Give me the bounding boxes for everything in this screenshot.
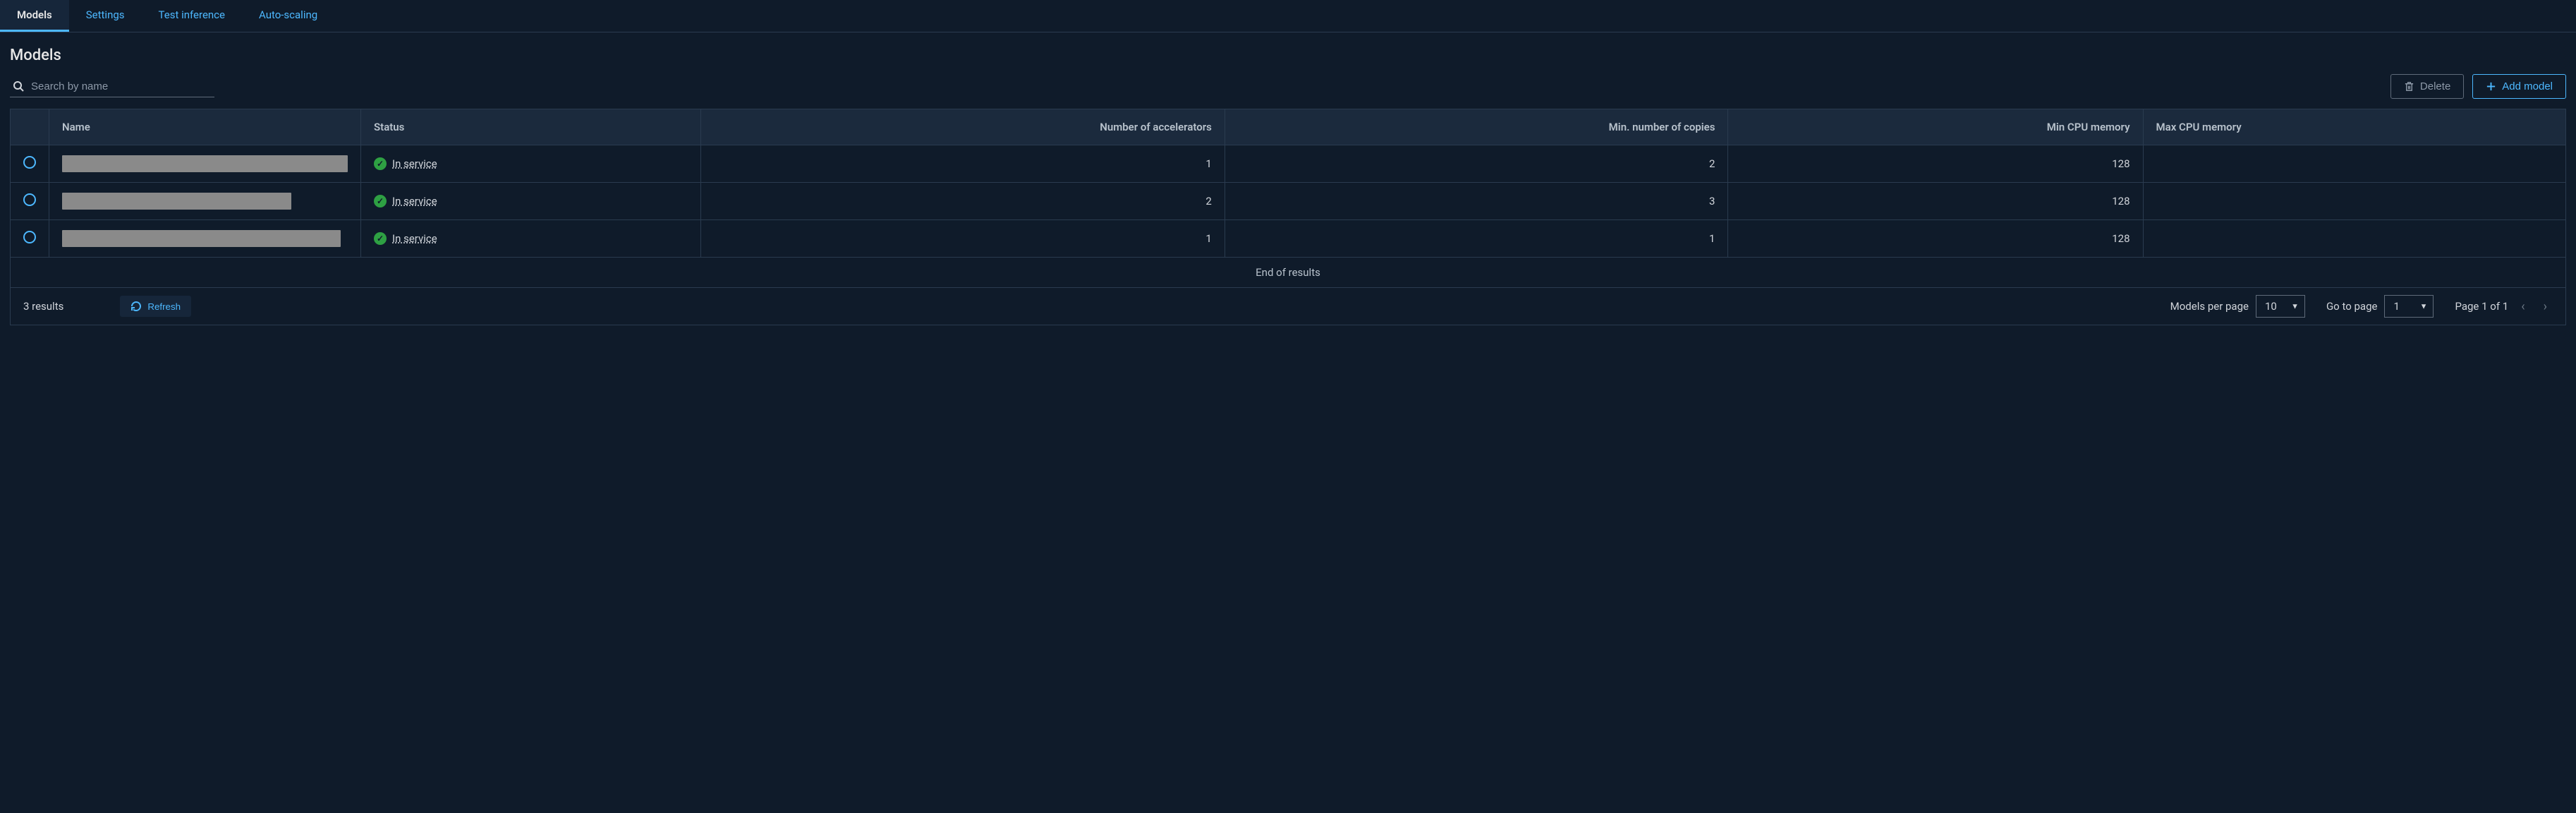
col-accelerators[interactable]: Number of accelerators	[700, 109, 1225, 145]
status-link[interactable]: In service	[392, 157, 437, 170]
cell-max-cpu-mem	[2143, 220, 2565, 258]
per-page-value: 10	[2265, 300, 2277, 313]
model-name-redacted[interactable]	[62, 230, 341, 247]
cell-min-copies: 2	[1225, 145, 1728, 183]
tab-models[interactable]: Models	[0, 0, 69, 32]
row-radio[interactable]	[23, 193, 36, 206]
table-row: ✓ In service 1 2 128	[11, 145, 2565, 183]
col-status[interactable]: Status	[361, 109, 701, 145]
tab-test-inference[interactable]: Test inference	[142, 0, 242, 32]
goto-page-select[interactable]: 1 ▼	[2384, 295, 2434, 318]
refresh-button[interactable]: Refresh	[120, 296, 191, 317]
results-count: 3 results	[23, 300, 63, 313]
tab-settings[interactable]: Settings	[69, 0, 142, 32]
next-page-button[interactable]: ›	[2538, 299, 2553, 314]
tab-auto-scaling[interactable]: Auto-scaling	[242, 0, 334, 32]
status-link[interactable]: In service	[392, 232, 437, 245]
search-input[interactable]	[31, 80, 212, 92]
per-page-select[interactable]: 10 ▼	[2256, 295, 2305, 318]
refresh-icon	[130, 301, 142, 312]
goto-label: Go to page	[2326, 300, 2378, 313]
plus-icon	[2486, 81, 2496, 92]
table-footer: 3 results Refresh Models per page 10 ▼ G…	[11, 288, 2565, 325]
cell-max-cpu-mem	[2143, 183, 2565, 220]
cell-accelerators: 1	[700, 220, 1225, 258]
add-model-button[interactable]: Add model	[2472, 74, 2566, 99]
delete-button[interactable]: Delete	[2390, 74, 2464, 99]
check-circle-icon: ✓	[374, 195, 387, 207]
cell-min-cpu-mem: 128	[1728, 220, 2143, 258]
cell-min-copies: 3	[1225, 183, 1728, 220]
cell-min-copies: 1	[1225, 220, 1728, 258]
row-radio[interactable]	[23, 156, 36, 169]
refresh-label: Refresh	[147, 301, 181, 312]
per-page-label: Models per page	[2170, 300, 2249, 313]
end-of-results: End of results	[11, 258, 2565, 288]
cell-max-cpu-mem	[2143, 145, 2565, 183]
cell-min-cpu-mem: 128	[1728, 145, 2143, 183]
cell-accelerators: 2	[700, 183, 1225, 220]
chevron-down-icon: ▼	[2420, 302, 2428, 311]
models-table: Name Status Number of accelerators Min. …	[10, 109, 2566, 325]
delete-label: Delete	[2420, 80, 2450, 92]
check-circle-icon: ✓	[374, 157, 387, 170]
cell-accelerators: 1	[700, 145, 1225, 183]
col-name[interactable]: Name	[49, 109, 361, 145]
prev-page-button[interactable]: ‹	[2515, 299, 2530, 314]
model-name-redacted[interactable]	[62, 155, 348, 172]
toolbar: Delete Add model	[0, 74, 2576, 109]
tab-bar: Models Settings Test inference Auto-scal…	[0, 0, 2576, 32]
check-circle-icon: ✓	[374, 232, 387, 245]
status-link[interactable]: In service	[392, 195, 437, 207]
col-max-cpu-mem[interactable]: Max CPU memory	[2143, 109, 2565, 145]
row-radio[interactable]	[23, 231, 36, 243]
trash-icon	[2404, 81, 2414, 92]
col-select	[11, 109, 49, 145]
table-row: ✓ In service 2 3 128	[11, 183, 2565, 220]
col-min-copies[interactable]: Min. number of copies	[1225, 109, 1728, 145]
chevron-down-icon: ▼	[2291, 302, 2299, 311]
add-label: Add model	[2502, 80, 2553, 92]
table-row: ✓ In service 1 1 128	[11, 220, 2565, 258]
page-title: Models	[0, 32, 2576, 74]
search-field[interactable]	[10, 76, 214, 97]
cell-min-cpu-mem: 128	[1728, 183, 2143, 220]
goto-value: 1	[2393, 300, 2399, 313]
model-name-redacted[interactable]	[62, 193, 291, 210]
page-summary: Page 1 of 1	[2455, 300, 2508, 313]
search-icon	[13, 80, 24, 92]
col-min-cpu-mem[interactable]: Min CPU memory	[1728, 109, 2143, 145]
